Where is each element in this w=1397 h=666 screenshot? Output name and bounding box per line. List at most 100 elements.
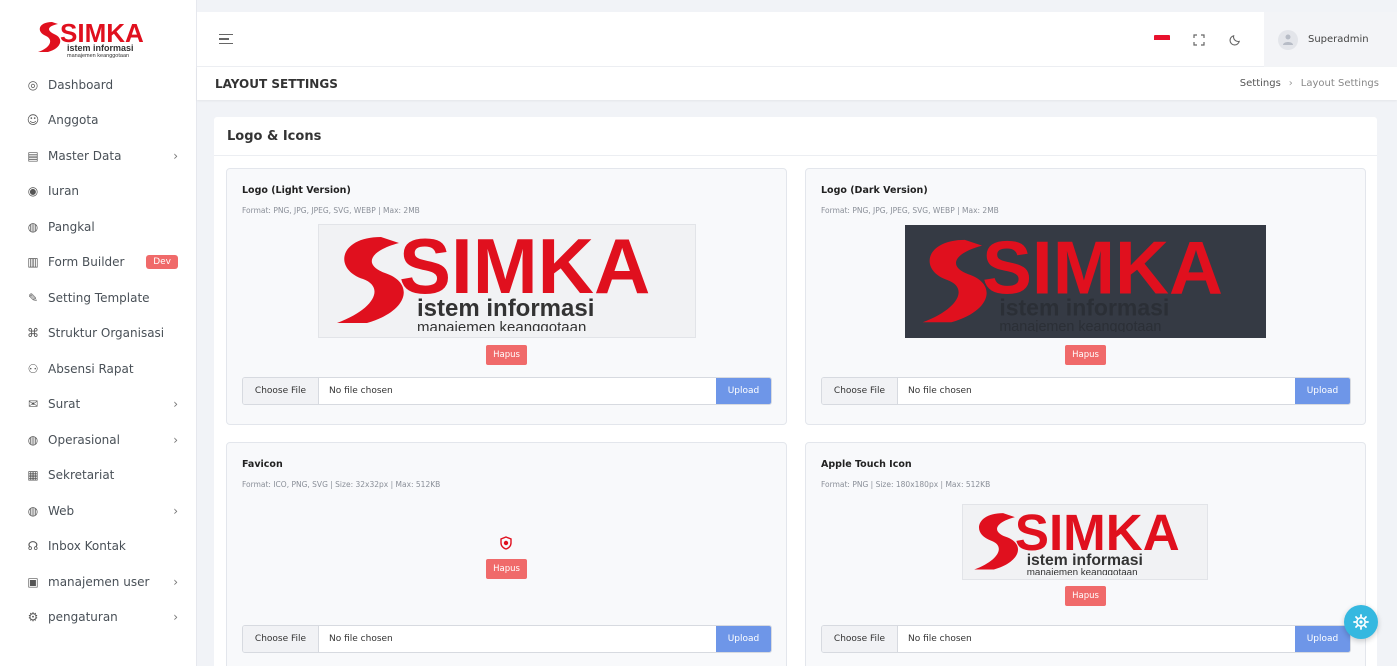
file-name-text: No file chosen <box>329 634 393 644</box>
breadcrumb-current: Layout Settings <box>1300 78 1379 89</box>
upload-button[interactable]: Upload <box>1295 378 1350 404</box>
sidebar-item-surat[interactable]: ✉ Surat › <box>0 387 196 423</box>
file-input[interactable]: Choose File No file chosen Upload <box>242 625 772 653</box>
money-icon: ◍ <box>27 219 39 234</box>
user-circle-icon: ☺ <box>26 113 40 128</box>
headset-icon: ☊ <box>27 539 39 554</box>
choose-file-button[interactable]: Choose File <box>243 378 319 404</box>
delete-button[interactable]: Hapus <box>486 559 527 579</box>
logo-light-panel: Logo (Light Version) Format: PNG, JPG, J… <box>226 168 787 425</box>
favicon-preview-icon <box>499 536 513 550</box>
logo-icons-card: Logo & Icons Logo (Light Version) Format… <box>214 117 1377 666</box>
apple-touch-panel: Apple Touch Icon Format: PNG | Size: 180… <box>805 442 1366 666</box>
page-title-bar: LAYOUT SETTINGS Settings › Layout Settin… <box>197 67 1397 100</box>
sidebar-item-form-builder[interactable]: ▥ Form Builder Dev <box>0 245 196 281</box>
menu-toggle-icon[interactable] <box>219 33 233 45</box>
user-name: Superadmin <box>1308 34 1369 45</box>
language-flag-icon[interactable] <box>1154 34 1170 45</box>
svg-text:istem informasi: istem informasi <box>999 294 1169 320</box>
delete-button[interactable]: Hapus <box>1065 586 1106 606</box>
sidebar-item-manajemen-user[interactable]: ▣ manajemen user › <box>0 564 196 600</box>
sidebar-item-sekretariat[interactable]: ▦ Sekretariat <box>0 458 196 494</box>
sidebar-item-struktur-organisasi[interactable]: ⌘ Struktur Organisasi <box>0 316 196 352</box>
topbar: Superadmin <box>197 12 1397 67</box>
favicon-panel: Favicon Format: ICO, PNG, SVG | Size: 32… <box>226 442 787 666</box>
sidebar-item-label: Anggota <box>48 113 99 128</box>
sidebar-item-iuran[interactable]: ◉ Iuran <box>0 174 196 210</box>
sidebar-item-label: Master Data <box>48 148 122 163</box>
chevron-right-icon: › <box>173 432 178 447</box>
settings-fab-button[interactable] <box>1344 605 1378 639</box>
id-card-icon: ▣ <box>27 574 39 589</box>
chevron-right-icon: › <box>173 148 178 163</box>
file-input[interactable]: Choose File No file chosen Upload <box>821 377 1351 405</box>
users-icon: ⚇ <box>27 361 39 376</box>
sidebar-item-operasional[interactable]: ◍ Operasional › <box>0 422 196 458</box>
panel-title: Logo (Light Version) <box>242 185 351 196</box>
panel-title: Favicon <box>242 459 283 470</box>
sidebar-item-anggota[interactable]: ☺ Anggota <box>0 103 196 139</box>
delete-button[interactable]: Hapus <box>1065 345 1106 365</box>
panel-format: Format: PNG, JPG, JPEG, SVG, WEBP | Max:… <box>821 206 999 215</box>
sidebar-item-label: manajemen user <box>48 574 150 589</box>
svg-text:manajemen keanggotaan: manajemen keanggotaan <box>999 318 1161 331</box>
sidebar: SIMKA istem informasi manajemen keanggot… <box>0 0 197 666</box>
sidebar-item-absensi-rapat[interactable]: ⚇ Absensi Rapat <box>0 351 196 387</box>
delete-button[interactable]: Hapus <box>486 345 527 365</box>
sidebar-item-label: Iuran <box>48 184 80 199</box>
file-name-text: No file chosen <box>908 386 972 396</box>
file-input[interactable]: Choose File No file chosen Upload <box>821 625 1351 653</box>
sidebar-item-label: Form Builder <box>48 255 125 270</box>
sidebar-item-label: Dashboard <box>48 77 114 92</box>
simka-logo-icon: SIMKA istem informasi manajemen keanggot… <box>337 231 650 331</box>
sidebar-item-label: Absensi Rapat <box>48 361 134 376</box>
card-title: Logo & Icons <box>214 117 1377 156</box>
panel-format: Format: PNG, JPG, JPEG, SVG, WEBP | Max:… <box>242 206 420 215</box>
gear-icon <box>1353 614 1369 630</box>
sidebar-item-master-data[interactable]: ▤ Master Data › <box>0 138 196 174</box>
choose-file-button[interactable]: Choose File <box>822 626 898 652</box>
chevron-right-icon: › <box>173 503 178 518</box>
simka-logo-icon: SIMKA istem informasi manajemen keanggot… <box>38 18 144 58</box>
breadcrumb-settings[interactable]: Settings <box>1240 78 1281 89</box>
chevron-right-icon: › <box>173 574 178 589</box>
brand-logo[interactable]: SIMKA istem informasi manajemen keanggot… <box>0 0 196 67</box>
file-input[interactable]: Choose File No file chosen Upload <box>242 377 772 405</box>
mail-icon: ✉ <box>27 397 39 412</box>
panel-title: Logo (Dark Version) <box>821 185 928 196</box>
coin-icon: ◉ <box>27 184 39 199</box>
panel-format: Format: PNG | Size: 180x180px | Max: 512… <box>821 480 991 489</box>
upload-button[interactable]: Upload <box>716 626 771 652</box>
page-title: LAYOUT SETTINGS <box>215 76 338 91</box>
user-menu[interactable]: Superadmin <box>1264 12 1397 67</box>
svg-text:manajemen keanggotaan: manajemen keanggotaan <box>417 319 586 331</box>
breadcrumb: Settings › Layout Settings <box>1240 78 1379 89</box>
choose-file-button[interactable]: Choose File <box>243 626 319 652</box>
dark-mode-icon[interactable] <box>1228 33 1242 47</box>
sidebar-item-web[interactable]: ◍ Web › <box>0 493 196 529</box>
sidebar-item-label: Pangkal <box>48 219 95 234</box>
sidebar-item-label: Inbox Kontak <box>48 539 126 554</box>
building-icon: ▦ <box>27 468 39 483</box>
form-icon: ▥ <box>27 255 39 270</box>
simka-logo-icon: SIMKA istem informasi manajemen keanggot… <box>922 232 1223 332</box>
upload-button[interactable]: Upload <box>1295 626 1350 652</box>
database-icon: ▤ <box>27 148 39 163</box>
fullscreen-icon[interactable] <box>1192 33 1206 47</box>
sidebar-item-label: Setting Template <box>48 290 150 305</box>
upload-button[interactable]: Upload <box>716 378 771 404</box>
globe-icon: ◍ <box>27 503 39 518</box>
sidebar-item-setting-template[interactable]: ✎ Setting Template <box>0 280 196 316</box>
dashboard-icon: ◎ <box>27 77 39 92</box>
sidebar-item-inbox-kontak[interactable]: ☊ Inbox Kontak <box>0 529 196 565</box>
sidebar-item-pengaturan[interactable]: ⚙ pengaturan › <box>0 600 196 636</box>
brush-icon: ✎ <box>27 290 39 305</box>
panel-title: Apple Touch Icon <box>821 459 912 470</box>
avatar-icon <box>1278 29 1298 50</box>
choose-file-button[interactable]: Choose File <box>822 378 898 404</box>
sidebar-item-pangkal[interactable]: ◍ Pangkal <box>0 209 196 245</box>
org-chart-icon: ⌘ <box>27 326 39 341</box>
sidebar-item-dashboard[interactable]: ◎ Dashboard <box>0 67 196 103</box>
svg-text:istem informasi: istem informasi <box>417 295 594 322</box>
svg-text:manajemen keanggotaan: manajemen keanggotaan <box>1027 567 1138 575</box>
